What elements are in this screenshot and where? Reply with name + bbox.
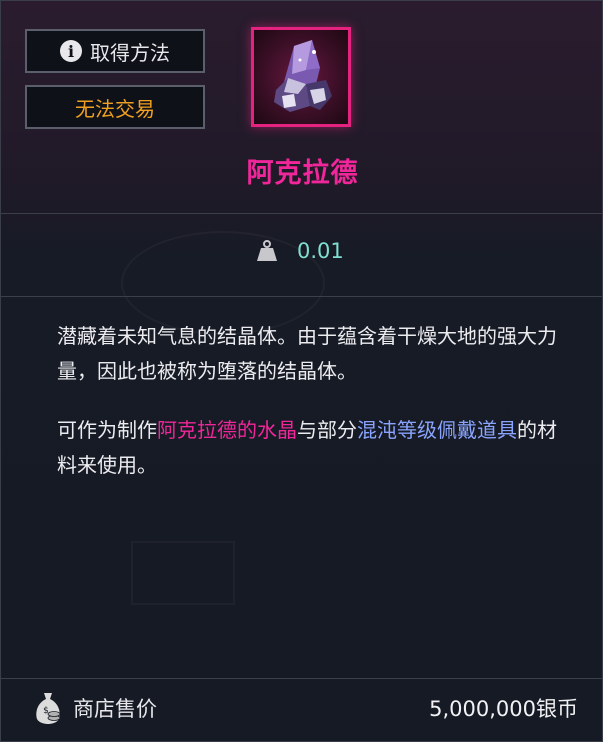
acquire-method-label: 取得方法	[90, 40, 170, 65]
usage-text-middle: 与部分	[297, 418, 357, 442]
divider	[1, 213, 603, 214]
usage-text: 可作为制作阿克拉德的水晶与部分混沌等级佩戴道具的材料来使用。	[57, 413, 567, 483]
item-name: 阿克拉德	[246, 158, 359, 189]
divider	[1, 296, 603, 297]
acquire-method-button[interactable]: i 取得方法	[25, 29, 205, 73]
item-icon-frame	[251, 27, 351, 127]
weight-icon	[257, 240, 277, 261]
highlight-chaos-gear: 混沌等级佩戴道具	[357, 418, 517, 442]
description-text: 潜藏着未知气息的结晶体。由于蕴含着干燥大地的强大力量，因此也被称为堕落的结晶体。	[57, 324, 557, 383]
usage-text-start: 可作为制作	[57, 418, 157, 442]
shop-price-label: 商店售价	[73, 697, 157, 721]
svg-text:$: $	[43, 706, 49, 716]
background-decoration	[131, 541, 235, 605]
money-bag-icon: $	[36, 693, 61, 724]
shop-price-row: $ 商店售价 5,000,000银币	[1, 679, 603, 739]
weight-value: 0.01	[297, 239, 344, 263]
untradable-label: 无法交易	[75, 96, 155, 121]
item-weight: 0.01	[1, 233, 603, 273]
item-tooltip: i 取得方法 无法交易 阿克拉德 0.01 潜藏着未知气息的结晶体。由于蕴含着干…	[0, 0, 603, 742]
highlight-crystal: 阿克拉德的水晶	[157, 418, 297, 442]
shop-price-value: 5,000,000银币	[429, 697, 578, 721]
untradable-badge: 无法交易	[25, 85, 205, 129]
item-description: 潜藏着未知气息的结晶体。由于蕴含着干燥大地的强大力量，因此也被称为堕落的结晶体。…	[57, 319, 567, 483]
purple-crystal-icon	[274, 40, 332, 112]
info-icon: i	[60, 40, 82, 62]
